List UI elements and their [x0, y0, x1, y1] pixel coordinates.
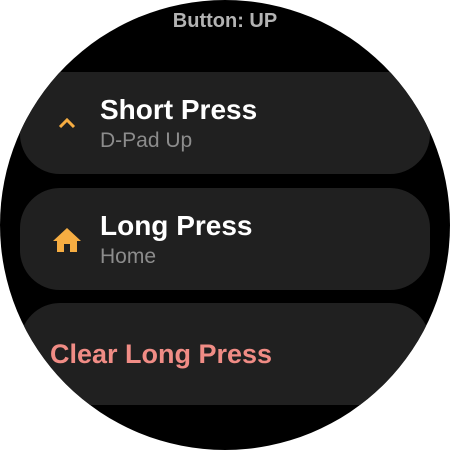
chevron-up-icon: [50, 106, 84, 140]
watch-screen: Button: UP Short Press D-Pad Up Long Pre…: [0, 0, 450, 450]
clear-long-press-button[interactable]: Clear Long Press: [20, 303, 430, 405]
short-press-label: Short Press: [100, 94, 258, 125]
long-press-chip[interactable]: Long Press Home: [20, 188, 430, 290]
short-press-chip[interactable]: Short Press D-Pad Up: [20, 72, 430, 174]
long-press-value: Home: [100, 245, 157, 268]
long-press-label: Long Press: [100, 210, 253, 241]
home-icon: [50, 222, 84, 256]
short-press-value: D-Pad Up: [100, 129, 193, 152]
clear-long-press-label: Clear Long Press: [50, 339, 273, 369]
page-title: Button: UP: [172, 10, 278, 32]
